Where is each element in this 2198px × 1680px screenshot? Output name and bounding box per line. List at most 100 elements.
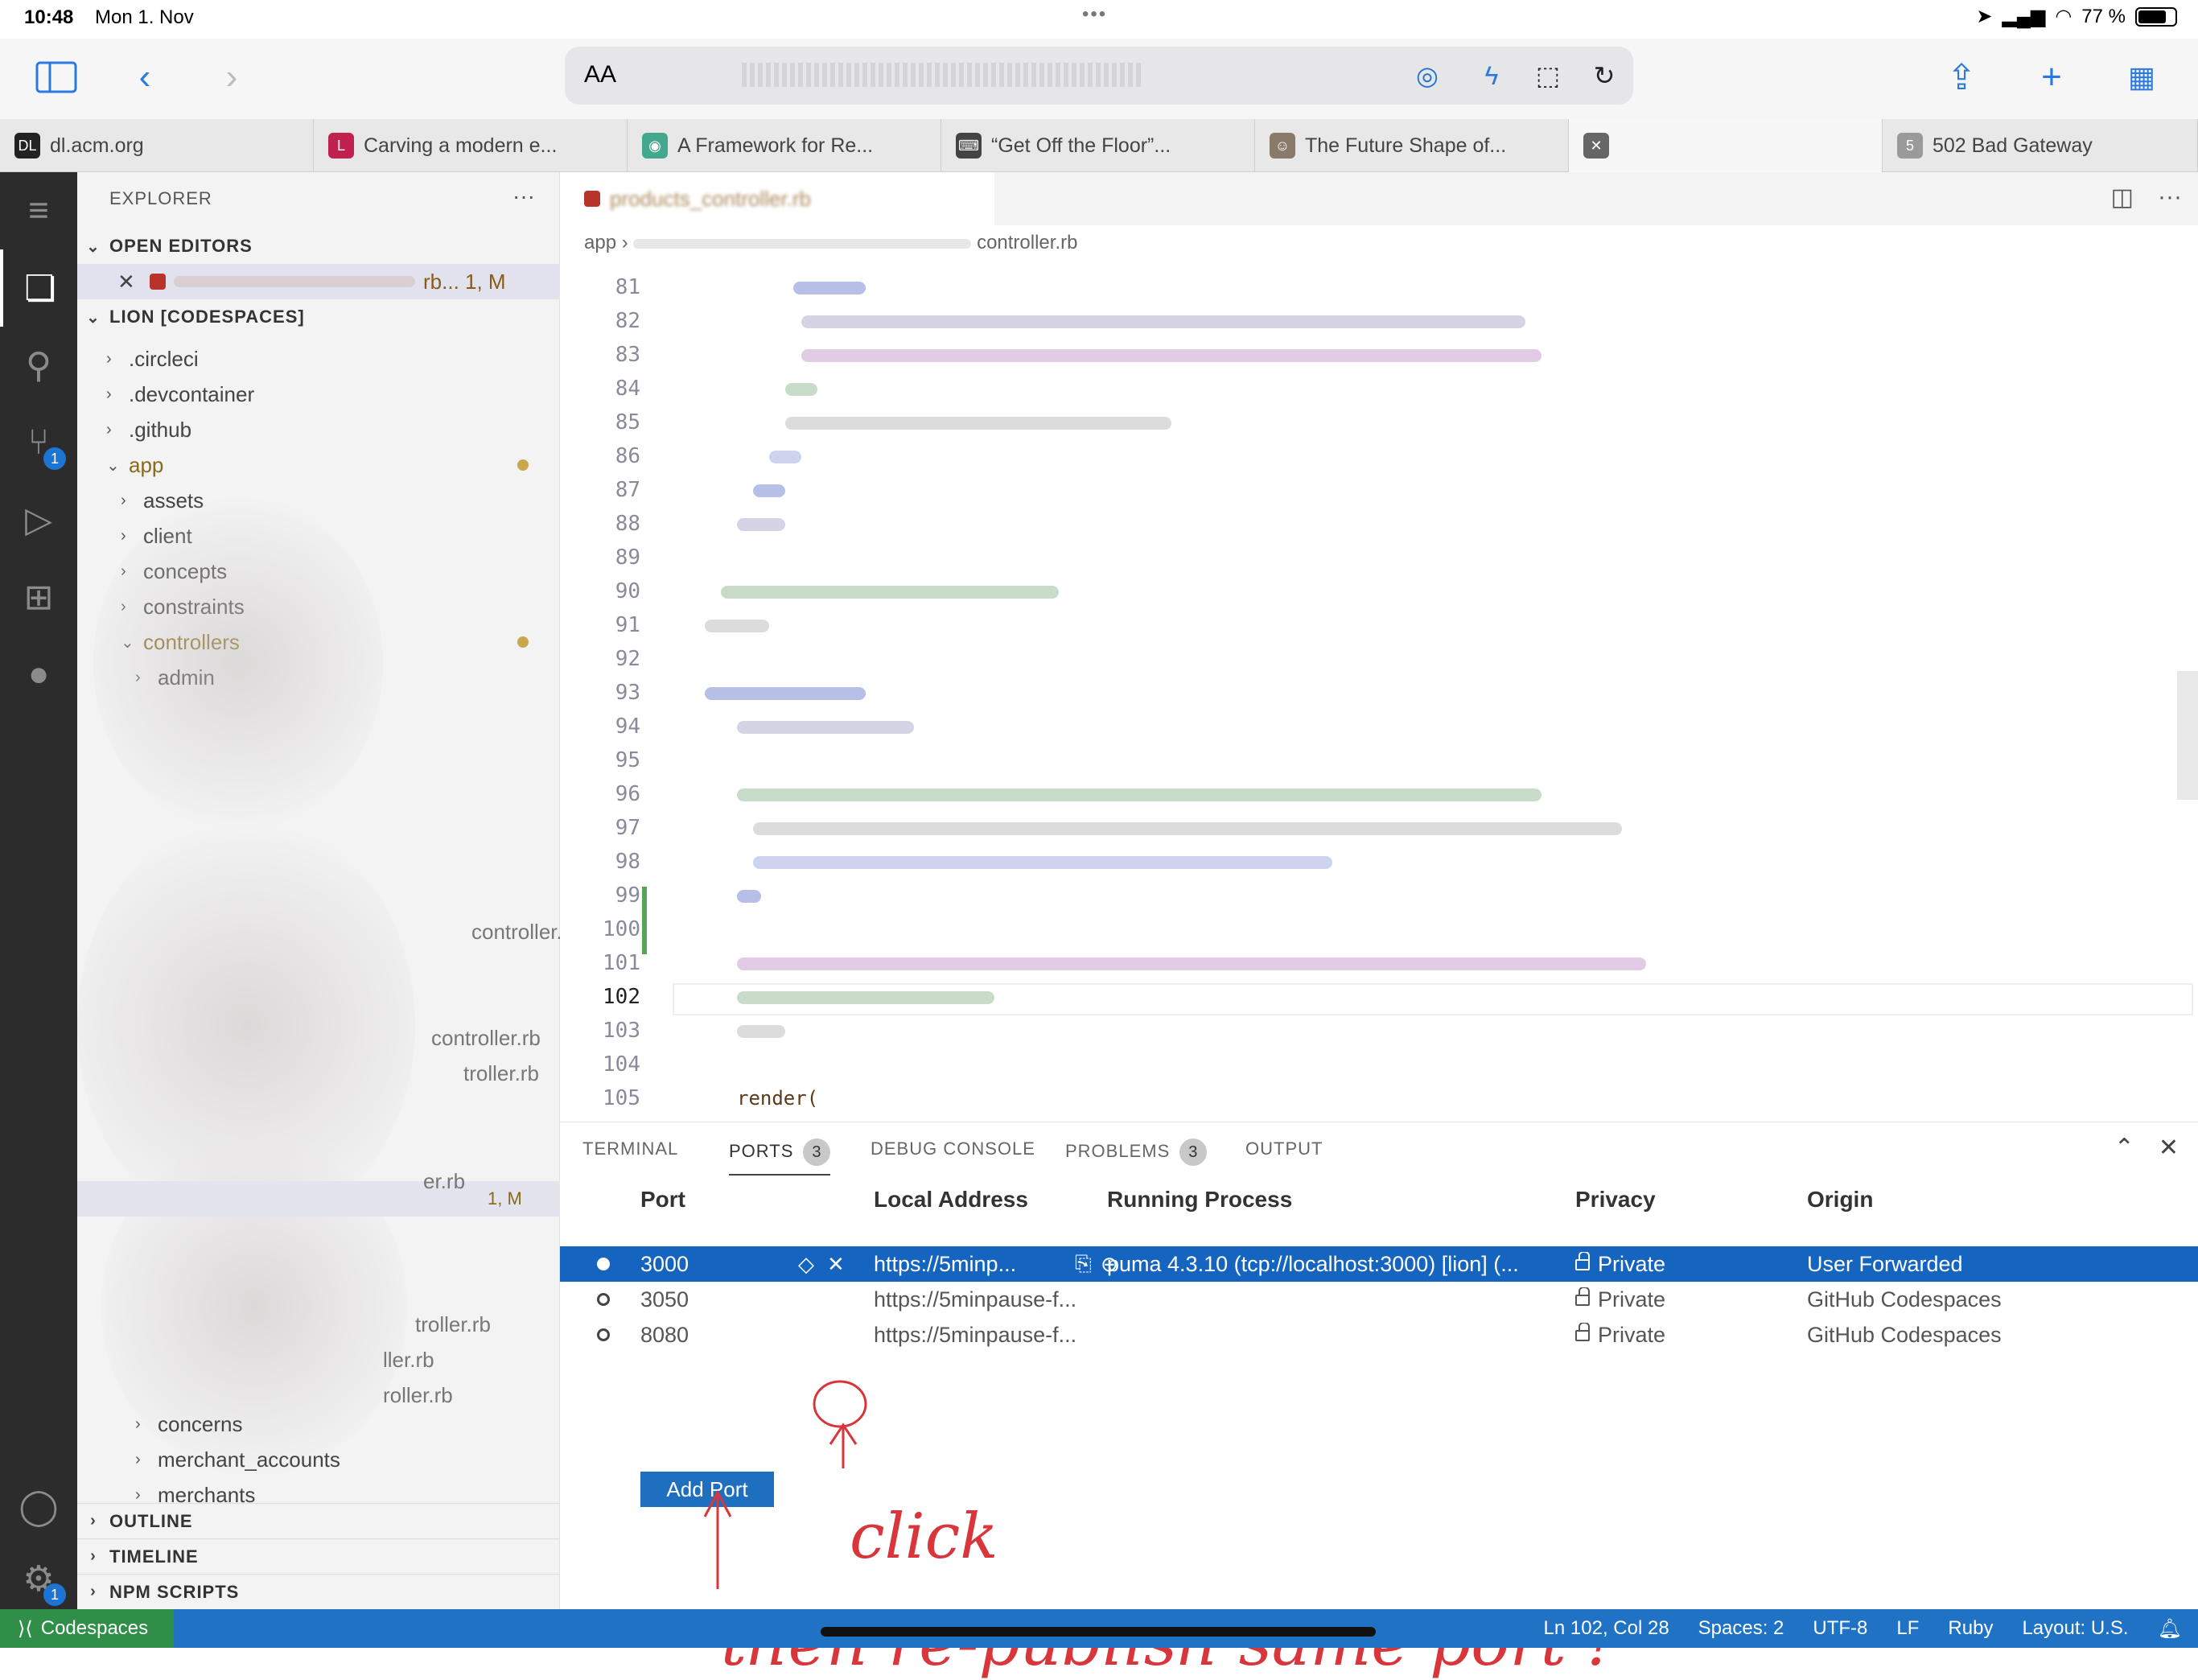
settings-gear-icon[interactable]: ⚙ 1 [0,1540,77,1617]
code-line[interactable] [673,845,2121,879]
browser-tab[interactable]: ☺ The Future Shape of... [1255,119,1569,172]
code-line[interactable] [673,372,2121,406]
extension-icon[interactable]: ⬚ [1530,58,1566,93]
encoding[interactable]: UTF-8 [1813,1617,1867,1641]
code-line[interactable] [673,811,2121,845]
source-control-icon[interactable]: ⑂ 1 [0,404,77,481]
code-line[interactable] [673,304,2121,338]
indentation[interactable]: Spaces: 2 [1698,1617,1784,1641]
code-lines[interactable]: render( [673,270,2121,1115]
tree-file-partial[interactable]: troller.rb [463,1056,539,1091]
share-icon[interactable]: ⇪ [1937,53,1986,101]
code-line[interactable] [673,507,2121,541]
minimap[interactable] [2177,671,2198,800]
code-line[interactable] [673,608,2121,642]
browser-tab[interactable]: 5 502 Bad Gateway [1883,119,2198,172]
close-icon[interactable]: ✕ [117,270,150,294]
code-line[interactable] [673,406,2121,439]
language-mode[interactable]: Ruby [1948,1617,1993,1641]
tree-file-partial[interactable]: er.rb [423,1163,465,1199]
code-editor: products_controller.rb ◫ ··· app › contr… [560,172,2198,1122]
home-indicator[interactable] [821,1627,1376,1637]
tab-overview-icon[interactable]: ▦ [2118,53,2166,101]
code-line[interactable] [673,946,2121,980]
code-line[interactable] [673,777,2121,811]
remote-indicator[interactable]: ⟩⟨ Codespaces [0,1609,174,1648]
browser-tab[interactable]: DL dl.acm.org [0,119,314,172]
keyboard-layout[interactable]: Layout: U.S. [2022,1617,2128,1641]
browser-tab[interactable]: L Carving a modern e... [314,119,628,172]
chevron-down-icon: ⌄ [106,456,120,475]
open-editor-file[interactable]: ✕ rb... 1, M [117,264,506,299]
favicon-icon: ⌨ [956,133,982,159]
timeline-section[interactable]: › TIMELINE [77,1538,560,1574]
close-tab-icon[interactable]: ✕ [1583,133,1609,159]
new-tab-icon[interactable]: + [2027,53,2076,101]
more-actions-icon[interactable]: ··· [512,183,535,209]
cursor-position[interactable]: Ln 102, Col 28 [1544,1617,1669,1641]
browser-tab[interactable]: ✕ [1569,119,1883,172]
notifications-bell-icon[interactable]: 🔔︎ [2158,1617,2182,1641]
tab-title: dl.acm.org [50,134,144,157]
browser-tab[interactable]: ⌨ “Get Off the Floor”... [941,119,1255,172]
code-line[interactable] [673,912,2121,946]
back-icon[interactable]: ‹ [121,53,169,101]
code-line[interactable] [673,338,2121,372]
text-size-button[interactable]: AA [584,61,616,89]
tree-folder[interactable]: › .devcontainer [106,377,254,412]
code-line[interactable] [673,710,2121,743]
address-bar[interactable]: AA ◎ ϟ ⬚ ↻ [565,47,1633,105]
editor-tab-bar: products_controller.rb ◫ ··· [560,172,2198,225]
outline-section[interactable]: › OUTLINE [77,1503,560,1538]
explorer-icon[interactable]: ❏ [0,249,77,327]
code-line[interactable] [673,676,2121,710]
tree-folder[interactable]: ⌄ app [106,447,163,483]
lightning-icon[interactable]: ϟ [1474,58,1509,93]
code-line[interactable] [673,541,2121,574]
reload-icon[interactable]: ↻ [1587,58,1622,93]
open-editors-section[interactable]: ⌄ OPEN EDITORS [77,229,560,264]
tree-file-partial[interactable]: troller.rb [415,1307,491,1342]
tree-folder[interactable]: › .circleci [106,341,199,377]
tree-file-partial[interactable]: controller.rb [431,1020,541,1056]
tree-folder[interactable]: › merchant_accounts [135,1442,340,1477]
npm-scripts-section[interactable]: › NPM SCRIPTS [77,1574,560,1609]
editor-actions: ◫ ··· [2111,183,2182,212]
password-manager-icon[interactable]: ◎ [1410,58,1445,93]
tree-file-partial[interactable]: ller.rb [383,1342,434,1377]
end-of-line[interactable]: LF [1896,1617,1919,1641]
tab-title: 502 Bad Gateway [1933,134,2093,157]
tree-file-partial[interactable]: roller.rb [383,1377,453,1413]
accounts-icon[interactable]: ◯ [0,1468,77,1545]
code-line[interactable] [673,879,2121,912]
multitasking-dots-icon[interactable]: ••• [1082,3,1107,26]
code-line[interactable] [673,1048,2121,1081]
github-icon[interactable]: ● [0,636,77,713]
code-line[interactable] [673,270,2121,304]
search-icon[interactable]: ⚲ [0,327,77,404]
remote-icon: ⟩⟨ [18,1617,33,1640]
selected-file-status: 1, M [488,1188,522,1209]
code-line[interactable] [673,980,2121,1014]
browser-tab[interactable]: ◉ A Framework for Re... [628,119,941,172]
tree-folder[interactable]: › .github [106,412,191,447]
code-line[interactable] [673,1014,2121,1048]
code-line[interactable] [673,473,2121,507]
sidebar-toggle-icon[interactable] [32,53,80,101]
split-editor-icon[interactable]: ◫ [2111,183,2134,212]
run-debug-icon[interactable]: ▷ [0,481,77,558]
code-line[interactable] [673,743,2121,777]
tree-folder[interactable]: › concerns [135,1406,243,1442]
code-line[interactable] [673,574,2121,608]
line-number: 84 [615,377,640,401]
code-line[interactable] [673,642,2121,676]
git-change-marker [642,887,647,954]
workspace-section[interactable]: ⌄ LION [CODESPACES] [77,299,560,335]
more-icon[interactable]: ··· [2158,183,2182,212]
editor-tab[interactable]: products_controller.rb [560,172,994,225]
menu-icon[interactable]: ≡ [0,172,77,249]
extensions-icon[interactable]: ⊞ [0,558,77,636]
code-line[interactable] [673,439,2121,473]
forward-icon[interactable]: › [208,53,256,101]
code-line[interactable]: render( [673,1081,2121,1115]
